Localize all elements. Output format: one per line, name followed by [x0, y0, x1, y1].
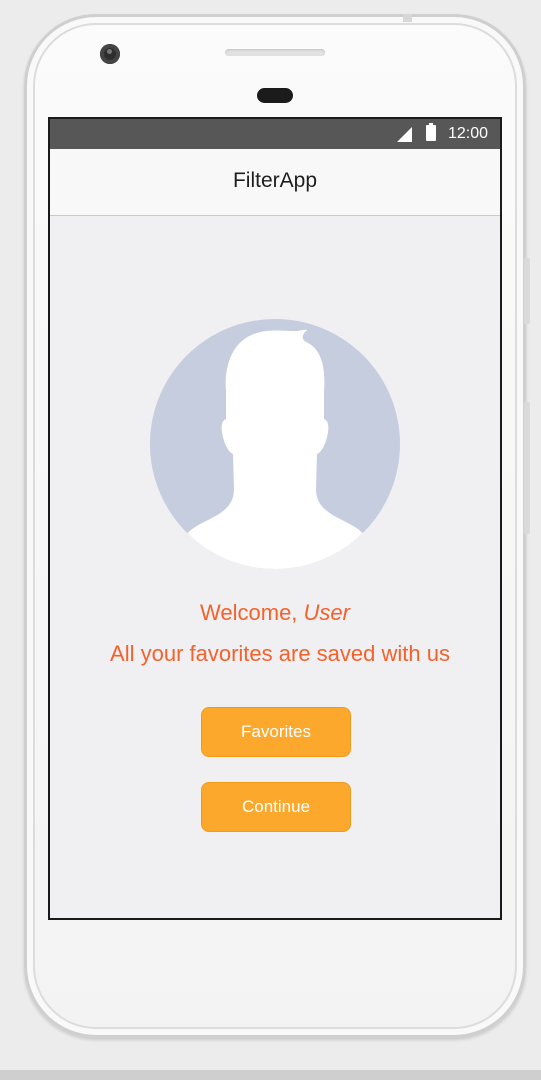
- avatar: [150, 319, 400, 569]
- tagline: All your favorites are saved with us: [110, 641, 450, 666]
- favorites-button[interactable]: Favorites: [201, 707, 351, 757]
- welcome-user-name: User: [303, 600, 350, 625]
- phone-top-notch: [403, 14, 412, 22]
- app-title: FilterApp: [232, 169, 318, 192]
- person-silhouette-icon: [186, 329, 364, 569]
- welcome-prefix: Welcome,: [200, 600, 304, 625]
- continue-button[interactable]: Continue: [201, 782, 351, 832]
- app-screen: 12:00 FilterApp Welcome, User All your f…: [48, 117, 502, 920]
- earpiece-speaker: [225, 49, 325, 56]
- status-bar: 12:00: [50, 119, 500, 149]
- power-button: [524, 402, 530, 534]
- signal-icon: [397, 127, 412, 142]
- status-time: 12:00: [447, 125, 488, 142]
- app-bar: FilterApp: [50, 149, 500, 216]
- volume-button: [524, 258, 530, 324]
- proximity-sensor: [257, 88, 293, 103]
- page-bottom-strip: [0, 1070, 541, 1080]
- welcome-message: Welcome, User: [50, 600, 500, 626]
- front-camera: [100, 44, 120, 64]
- battery-icon: [426, 123, 436, 141]
